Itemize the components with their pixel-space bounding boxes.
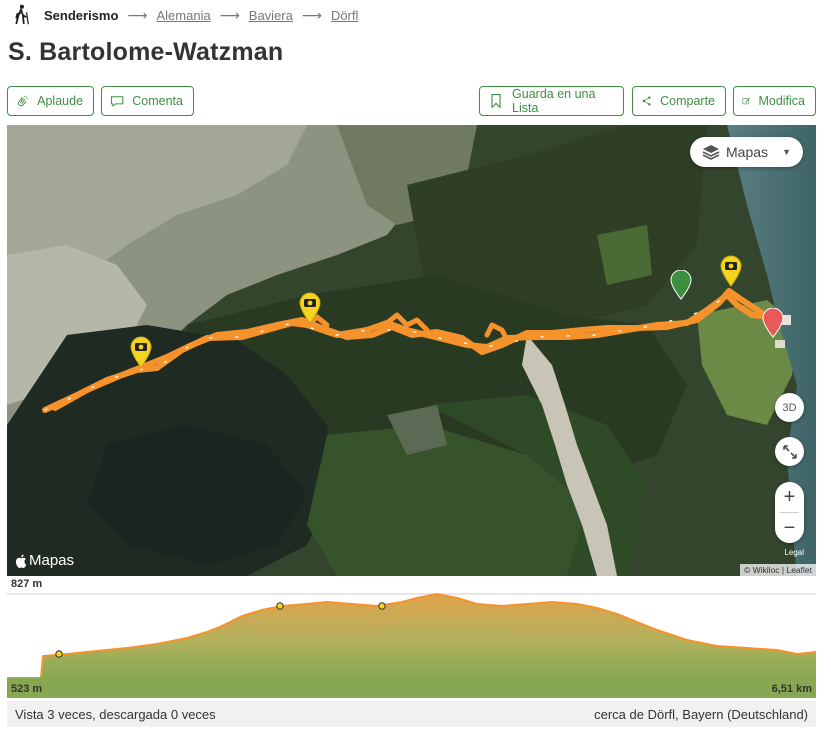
map-layers-label: Mapas [726,144,769,160]
elevation-profile[interactable]: 827 m 523 m 6,51 km [7,576,816,698]
elevation-chart [7,592,816,698]
apple-maps-logo: Mapas [15,552,74,569]
breadcrumb-separator: ⟶ [219,6,240,23]
breadcrumb-link-country[interactable]: Alemania [157,8,211,23]
end-marker-icon[interactable] [762,308,784,338]
share-button[interactable]: Comparte [632,86,726,116]
3d-toggle-button[interactable]: 3D [775,393,804,422]
map-layers-button[interactable]: Mapas ▼ [690,137,803,167]
edit-label: Modifica [758,94,805,108]
photo-marker-icon[interactable] [719,255,743,287]
comment-button[interactable]: Comenta [101,86,194,116]
zoom-control: + − [775,482,804,543]
edit-icon [742,98,750,105]
apple-maps-label: Mapas [29,552,75,569]
comment-label: Comenta [132,94,183,108]
view-count-text: Vista 3 veces, descargada 0 veces [15,706,216,722]
breadcrumb-separator: ⟶ [301,6,322,23]
photo-marker-icon[interactable] [298,292,322,324]
breadcrumb-activity: Senderismo [44,7,119,23]
share-icon [642,96,651,106]
page-title: S. Bartolome-Watzman [8,38,284,66]
breadcrumb-link-place[interactable]: Dörfl [331,8,358,23]
location-text: cerca de Dörfl, Bayern (Deutschland) [594,706,808,722]
share-label: Comparte [660,94,715,108]
comment-icon [110,96,124,107]
distance-label: 6,51 km [771,683,812,695]
route-map[interactable]: Mapas ▼ 3D + − Mapas Legal © Wikiloc | L… [7,125,816,576]
breadcrumb-separator: ⟶ [127,6,148,23]
save-to-list-label: Guarda en una Lista [512,87,596,115]
zoom-out-button[interactable]: − [775,513,804,543]
map-attribution[interactable]: © Wikiloc | Leaflet [740,564,816,576]
fullscreen-button[interactable] [775,437,804,466]
stats-bar: Vista 3 veces, descargada 0 veces cerca … [7,701,816,727]
hiker-icon [15,4,29,25]
start-marker-icon[interactable] [670,270,692,300]
zoom-in-button[interactable]: + [775,482,804,512]
bookmark-icon [491,94,501,108]
expand-icon [782,444,797,459]
legal-link[interactable]: Legal [784,548,804,557]
breadcrumb-link-region[interactable]: Baviera [249,8,293,23]
applaud-label: Aplaude [37,94,83,108]
photo-marker-icon[interactable] [129,336,153,368]
layers-icon [702,145,720,160]
breadcrumb: Senderismo ⟶ Alemania ⟶ Baviera ⟶ Dörfl [10,4,358,26]
edit-button[interactable]: Modifica [733,86,816,116]
chevron-down-icon: ▼ [782,147,791,157]
clap-icon [18,95,28,107]
apple-icon [15,554,27,568]
elevation-min-label: 523 m [11,683,43,695]
save-to-list-button[interactable]: Guarda en una Lista [479,86,624,116]
elevation-max-label: 827 m [11,578,43,590]
applaud-button[interactable]: Aplaude [7,86,94,116]
